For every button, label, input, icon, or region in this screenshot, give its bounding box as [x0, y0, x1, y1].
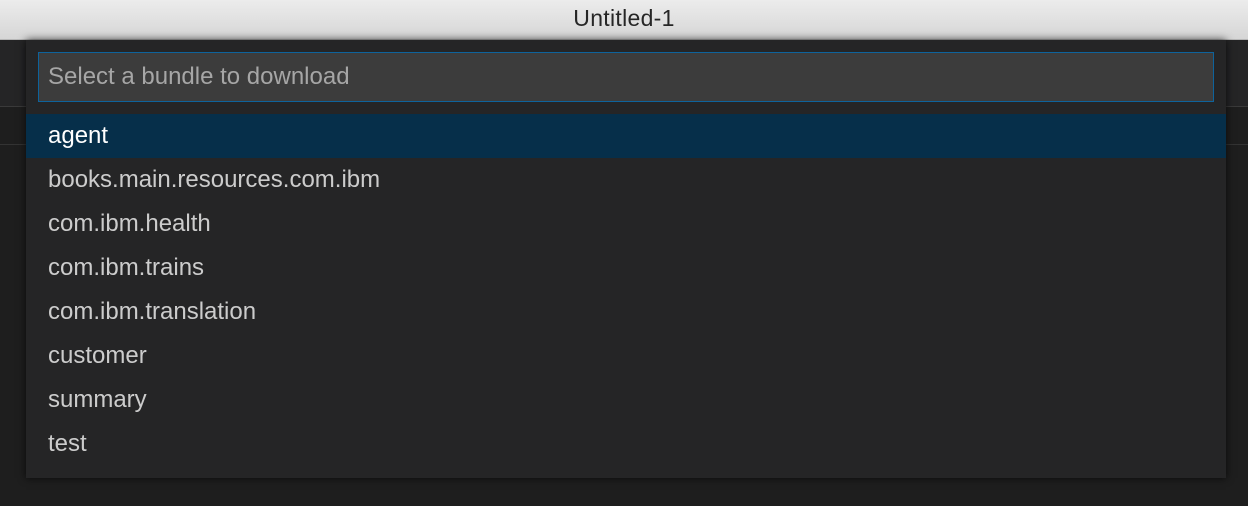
- quick-pick-widget: agent books.main.resources.com.ibm com.i…: [26, 40, 1226, 478]
- bundle-search-input[interactable]: [38, 52, 1214, 102]
- bundle-list-item[interactable]: summary: [26, 378, 1226, 422]
- bundle-list-item[interactable]: customer: [26, 334, 1226, 378]
- bundle-list-item[interactable]: books.main.resources.com.ibm: [26, 158, 1226, 202]
- bundle-list-item[interactable]: com.ibm.health: [26, 202, 1226, 246]
- bundle-list: agent books.main.resources.com.ibm com.i…: [26, 114, 1226, 466]
- bundle-list-item[interactable]: test: [26, 422, 1226, 466]
- bundle-list-item[interactable]: com.ibm.translation: [26, 290, 1226, 334]
- bundle-list-item[interactable]: agent: [26, 114, 1226, 158]
- bundle-list-item[interactable]: com.ibm.trains: [26, 246, 1226, 290]
- window-title: Untitled-1: [573, 5, 675, 31]
- window-titlebar[interactable]: Untitled-1: [0, 0, 1248, 40]
